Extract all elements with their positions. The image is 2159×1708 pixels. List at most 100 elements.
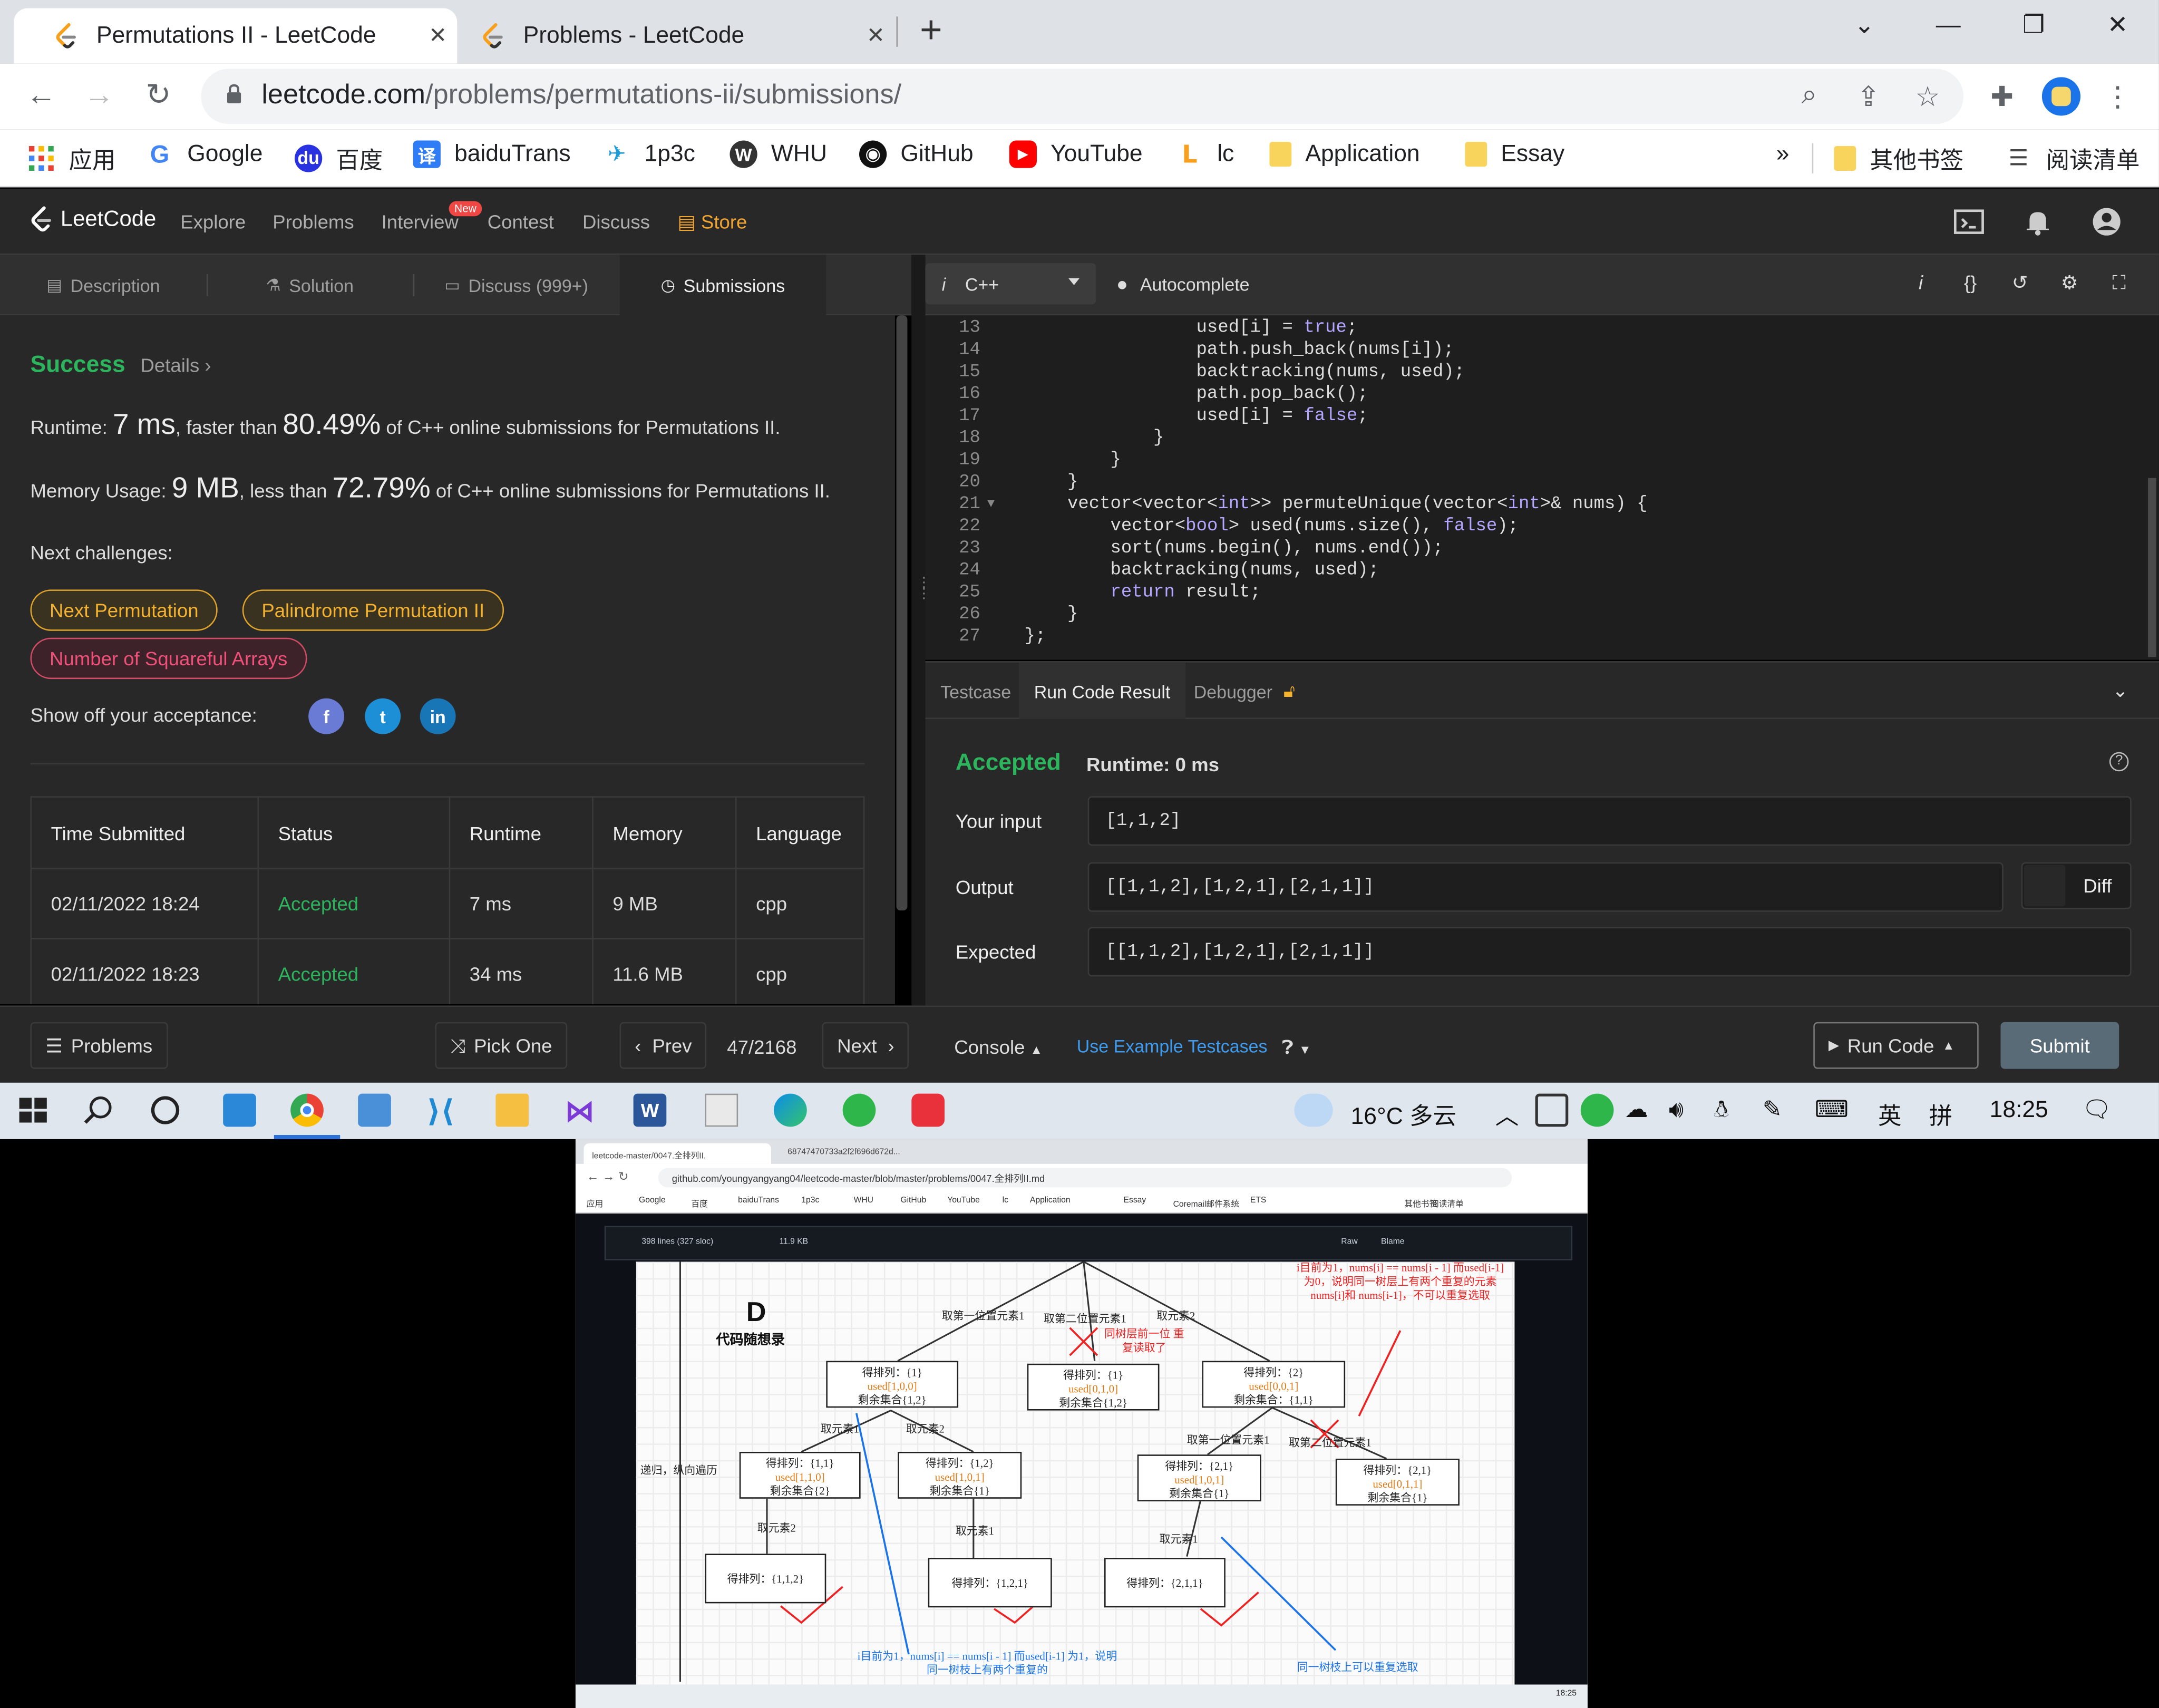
file-explorer-icon[interactable] [495,1093,529,1127]
bookmark-baidu[interactable]: du 百度 [295,141,383,175]
onedrive-icon[interactable]: ☁ [1625,1096,1648,1124]
wechat-icon[interactable] [842,1093,876,1127]
bookmarks-overflow[interactable]: » [1776,141,1790,168]
editor-scrollbar[interactable] [2148,478,2156,657]
task-view-icon[interactable] [149,1094,182,1127]
cell-status-link[interactable]: Accepted [257,938,451,1004]
ime-pinyin[interactable]: 拼 [1929,1096,1952,1131]
thumb-bookmark[interactable]: ETS [1250,1197,1266,1206]
challenge-palindrome-permutation-ii[interactable]: Palindrome Permutation II [242,589,504,631]
challenge-number-of-squareful-arrays[interactable]: Number of Squareful Arrays [30,637,307,680]
word-icon[interactable]: W [633,1093,667,1127]
notification-bell-icon[interactable] [2021,205,2055,238]
tab-solution[interactable]: ⚗ Solution [207,255,413,315]
profile-avatar[interactable] [2041,77,2081,116]
facebook-icon[interactable]: f [308,698,345,734]
menu-kebab-icon[interactable]: ⋮ [2098,80,2137,114]
user-avatar-icon[interactable] [2090,205,2123,238]
challenge-next-permutation[interactable]: Next Permutation [30,589,218,631]
nav-store[interactable]: ▤ Store [677,211,747,234]
thumb-bookmark[interactable]: Coremail邮件系统 [1173,1197,1239,1209]
chrome-icon[interactable] [290,1093,324,1127]
reset-icon[interactable]: ↺ [2008,271,2032,295]
col-time-submitted[interactable]: Time Submitted [30,796,259,869]
linkedin-icon[interactable]: in [420,698,456,734]
thumb-bookmark[interactable]: GitHub [900,1197,926,1206]
col-status[interactable]: Status [257,796,451,869]
notification-icon[interactable]: 🗨︎ [2082,1096,2112,1124]
bookmark-essay[interactable]: Essay [1465,141,1564,168]
details-link[interactable]: Details › [140,354,211,376]
problems-list-button[interactable]: ☰ Problems [30,1022,168,1069]
run-code-button[interactable]: ▶ Run Code ▲ [1813,1022,1979,1069]
collapse-chevron-icon[interactable]: ⌄ [2112,679,2128,702]
tab-run-code-result[interactable]: Run Code Result [1019,662,1186,721]
cell-status-link[interactable]: Accepted [257,868,451,939]
bookmark-application[interactable]: Application [1269,141,1420,168]
thumb-bookmark[interactable]: 1p3c [801,1197,819,1206]
submit-button[interactable]: Submit [2000,1022,2119,1069]
edge-icon[interactable] [774,1093,807,1127]
thumb-bookmark[interactable]: baiduTrans [738,1197,779,1206]
clock[interactable]: 18:25 [1990,1096,2048,1124]
vscode-icon[interactable]: ⟩⟨ [427,1094,460,1128]
thumb-bookmark[interactable]: Google [639,1197,666,1206]
bookmark-star-icon[interactable]: ☆ [1909,80,1947,114]
bookmark-1p3c[interactable]: ✈ 1p3c [603,141,695,168]
thumb-tab[interactable]: leetcode-master/0047.全排列II. [583,1143,771,1164]
extensions-icon[interactable]: ✚ [1983,80,2021,114]
app-icon[interactable] [223,1093,256,1127]
help-icon[interactable]: ? [2109,752,2129,772]
thumb-bookmark[interactable]: 阅读清单 [1431,1197,1464,1209]
new-tab-button[interactable]: + [920,8,942,53]
diff-toggle[interactable]: Diff [2021,862,2132,909]
language-select[interactable]: i C++ [925,263,1096,305]
tab-debugger[interactable]: Debugger 🔓︎ [1179,663,1310,721]
bookmark-youtube[interactable]: ▶ YouTube [1009,140,1143,168]
show-hidden-icons[interactable]: ︿ [1495,1096,1519,1131]
forward-icon[interactable]: → [79,77,120,113]
bookmark-baidutrans[interactable]: 译 baiduTrans [413,140,571,168]
autocomplete-toggle[interactable]: Autocomplete [1118,274,1250,295]
tab-problems[interactable]: Problems - LeetCode ✕ [457,8,895,64]
leetcode-logo[interactable]: LeetCode [27,205,156,235]
prev-button[interactable]: ‹ Prev [619,1022,707,1069]
minimize-icon[interactable]: — [1928,11,1969,40]
python-icon[interactable] [358,1093,391,1127]
tab-permutations-ii[interactable]: Permutations II - LeetCode ✕ [14,8,458,64]
bookmark-github[interactable]: ◉ GitHub [859,140,974,168]
bookmark-whu[interactable]: W WHU [730,140,827,168]
fullscreen-icon[interactable]: ⛶ [2107,271,2132,295]
settings-gear-icon[interactable]: ⚙ [2057,271,2082,295]
restore-icon[interactable]: ❐ [2013,11,2054,40]
thumb-address-bar[interactable]: github.com/youngyangyang04/leetcode-mast… [658,1168,1512,1188]
next-button[interactable]: Next › [822,1022,910,1069]
thumb-bookmark[interactable]: Essay [1124,1197,1146,1206]
format-braces-icon[interactable]: {} [1958,271,1983,294]
thumb-bookmark[interactable]: lc [1003,1197,1008,1206]
weather-text[interactable]: 16°C 多云 [1351,1096,1456,1131]
back-icon[interactable]: ← [21,77,62,113]
close-tab-icon[interactable]: ✕ [857,22,895,50]
twitter-icon[interactable]: t [365,698,401,734]
bookmark-apps[interactable]: 应用 [27,141,115,175]
nav-problems[interactable]: Problems [273,211,354,233]
tray-app-icon[interactable] [1535,1093,1569,1127]
volume-icon[interactable]: 🔊︎ [1669,1096,1684,1124]
thumb-tab[interactable]: 68747470733a2f2f696d672d... [780,1143,967,1164]
nav-explore[interactable]: Explore [180,211,246,233]
pick-one-button[interactable]: ⤨ Pick One [435,1022,568,1069]
wechat-tray-icon[interactable] [1580,1093,1614,1127]
left-scrollbar[interactable] [896,315,908,911]
tab-discuss[interactable]: ▭ Discuss (999+) [413,255,620,315]
col-language[interactable]: Language [735,796,865,869]
tab-description[interactable]: ▤ Description [0,255,207,315]
col-memory[interactable]: Memory [592,796,737,869]
code-editor[interactable]: 13 used[i] = true; 14 path.push_back(nums… [925,315,2159,660]
ime-mode[interactable]: 英 [1878,1096,1901,1131]
thumb-bookmark[interactable]: 应用 [587,1197,603,1209]
thumb-bookmark[interactable]: WHU [854,1197,873,1206]
col-runtime[interactable]: Runtime [449,796,594,869]
visual-studio-icon[interactable]: ⋈ [565,1094,598,1128]
bookmark-lc[interactable]: ᒪ lc [1176,140,1234,168]
